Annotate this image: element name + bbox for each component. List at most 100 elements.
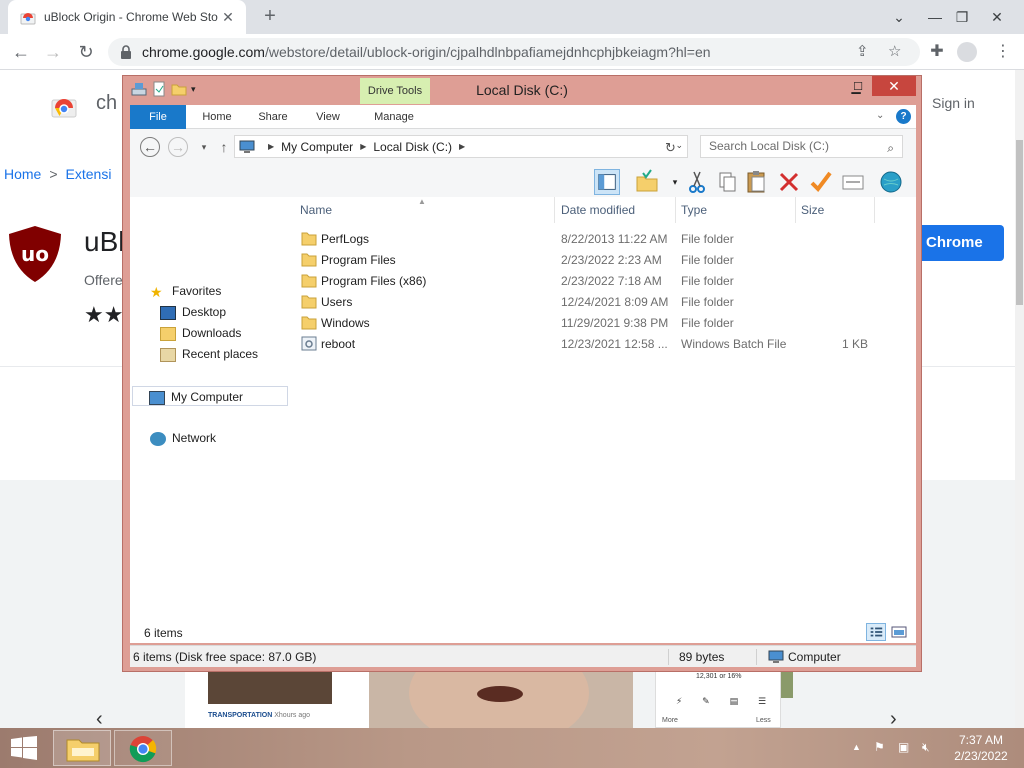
- windows-start-icon[interactable]: [10, 736, 38, 760]
- close-browser-button[interactable]: ✕: [980, 0, 1014, 34]
- taskbar: ▲ ⚑ ▣ 🔇︎ 7:37 AM 2/23/2022: [0, 728, 1024, 768]
- gallery-thumbnail[interactable]: TRANSPORTATION Xhours ago: [185, 668, 369, 728]
- favorites-star-icon: ★: [150, 283, 163, 300]
- extensions-puzzle-icon[interactable]: ✚: [924, 39, 950, 65]
- column-header-date[interactable]: Date modified: [561, 203, 635, 217]
- tab-home[interactable]: Home: [196, 105, 238, 129]
- breadcrumb-chevron-icon[interactable]: ▶: [268, 142, 274, 151]
- back-arrow-icon[interactable]: ←: [140, 137, 160, 157]
- status-bar: 6 items (Disk free space: 87.0 GB) 89 by…: [130, 645, 916, 667]
- browser-tab[interactable]: uBlock Origin - Chrome Web Sto ✕: [8, 0, 246, 34]
- item-count-bar: 6 items: [130, 623, 916, 643]
- cut-scissors-icon[interactable]: [684, 169, 710, 195]
- profile-avatar[interactable]: [957, 42, 977, 62]
- bookmark-star-icon[interactable]: ☆: [888, 42, 901, 60]
- breadcrumb-extensions[interactable]: Extensi: [66, 166, 112, 182]
- copy-icon[interactable]: [714, 169, 740, 195]
- forward-arrow-icon[interactable]: →: [168, 137, 188, 157]
- address-local-disk[interactable]: Local Disk (C:): [373, 140, 452, 154]
- close-window-button[interactable]: ✕: [872, 76, 916, 96]
- status-selection-size: 89 bytes: [679, 650, 725, 664]
- tab-search-icon[interactable]: ⌄: [882, 0, 916, 34]
- search-box[interactable]: Search Local Disk (C:) ⌕: [700, 135, 903, 158]
- forward-button[interactable]: →: [40, 39, 66, 65]
- column-divider[interactable]: [795, 197, 796, 223]
- desktop-icon: [160, 305, 176, 320]
- column-divider[interactable]: [874, 197, 875, 223]
- chrome-taskbar-button[interactable]: [114, 730, 172, 766]
- close-tab-icon[interactable]: ✕: [220, 9, 236, 25]
- file-row[interactable]: Windows 11/29/2021 9:38 PM File folder: [296, 313, 896, 334]
- new-tab-button[interactable]: +: [258, 5, 282, 29]
- taskbar-clock[interactable]: 7:37 AM 2/23/2022: [948, 732, 1014, 764]
- file-date: 2/23/2022 2:23 AM: [561, 253, 662, 267]
- recent-locations-icon[interactable]: ▾: [194, 137, 214, 157]
- nav-favorites[interactable]: ★ Favorites: [150, 281, 221, 301]
- preview-pane-icon[interactable]: [594, 169, 620, 195]
- column-header-size[interactable]: Size: [801, 203, 824, 217]
- gallery-thumbnail-popup[interactable]: 12,301 or 16% ⚡ ✎ ▤ ☰ More Less: [655, 668, 781, 728]
- column-header-name[interactable]: Name: [300, 203, 332, 217]
- tab-view[interactable]: View: [308, 105, 348, 129]
- file-type: File folder: [681, 232, 734, 246]
- reload-button[interactable]: ↻: [73, 39, 99, 65]
- menu-kebab-icon[interactable]: ⋮: [990, 39, 1016, 65]
- tab-manage[interactable]: Manage: [362, 105, 426, 129]
- refresh-icon[interactable]: ↻: [665, 140, 676, 156]
- folder-options-icon[interactable]: [634, 169, 660, 195]
- properties-panel-icon[interactable]: [840, 169, 866, 195]
- expand-ribbon-icon[interactable]: ⌄: [876, 110, 884, 121]
- nav-network[interactable]: Network: [150, 428, 216, 448]
- address-dropdown-icon[interactable]: ⌄: [675, 140, 683, 151]
- show-hidden-icons-icon[interactable]: ▲: [852, 742, 861, 752]
- breadcrumb-chevron-icon[interactable]: ▶: [459, 142, 465, 151]
- extension-title: uBl: [84, 226, 125, 257]
- tab-share[interactable]: Share: [252, 105, 294, 129]
- gallery-video-frame[interactable]: [369, 638, 633, 748]
- tab-file[interactable]: File: [130, 105, 186, 129]
- help-icon[interactable]: ?: [896, 109, 911, 124]
- chrome-web-store-icon: [20, 13, 36, 25]
- file-row[interactable]: PerfLogs 8/22/2013 11:22 AM File folder: [296, 229, 896, 250]
- popup-count: 12,301 or 16%: [696, 673, 742, 680]
- nav-recent-places[interactable]: Recent places: [160, 344, 258, 364]
- sign-in-link[interactable]: Sign in: [932, 95, 975, 111]
- file-explorer-taskbar-button[interactable]: [53, 730, 111, 766]
- details-view-icon[interactable]: [866, 623, 886, 641]
- nav-desktop[interactable]: Desktop: [160, 302, 226, 322]
- video-mouth: [477, 686, 523, 702]
- volume-muted-icon[interactable]: 🔇︎: [922, 740, 930, 755]
- rename-check-icon[interactable]: [808, 169, 834, 195]
- breadcrumb-home[interactable]: Home: [4, 166, 41, 182]
- nav-my-computer[interactable]: My Computer: [132, 386, 288, 406]
- ribbon-tabs: File Home Share View Manage ⌄ ?: [130, 105, 916, 129]
- column-divider[interactable]: [675, 197, 676, 223]
- column-header-type[interactable]: Type: [681, 203, 707, 217]
- paste-clipboard-icon[interactable]: [744, 169, 770, 195]
- file-type: Windows Batch File: [681, 337, 787, 351]
- address-bar[interactable]: chrome.google.com/webstore/detail/ublock…: [108, 38, 920, 66]
- file-name: reboot: [321, 337, 356, 351]
- action-center-flag-icon[interactable]: ⚑: [874, 740, 885, 754]
- globe-network-icon[interactable]: [878, 169, 904, 195]
- maximize-window-button[interactable]: ☐: [845, 78, 871, 96]
- large-icons-view-icon[interactable]: [890, 624, 908, 640]
- breadcrumb-chevron-icon[interactable]: ▶: [360, 142, 366, 151]
- address-breadcrumb[interactable]: ▶ My Computer ▶ Local Disk (C:) ▶ ⌄: [234, 135, 688, 158]
- page-scrollbar-thumb[interactable]: [1016, 140, 1023, 305]
- file-row[interactable]: Program Files 2/23/2022 2:23 AM File fol…: [296, 250, 896, 271]
- nav-downloads[interactable]: Downloads: [160, 323, 241, 343]
- network-status-icon[interactable]: ▣: [898, 740, 909, 754]
- restore-browser-button[interactable]: ❐: [945, 0, 979, 34]
- back-button[interactable]: ←: [8, 39, 34, 65]
- sliders-icon: ☰: [757, 696, 767, 706]
- status-disk-space: 6 items (Disk free space: 87.0 GB): [133, 650, 317, 664]
- up-arrow-icon[interactable]: ↑: [214, 137, 234, 157]
- delete-x-icon[interactable]: [776, 169, 802, 195]
- file-row[interactable]: Users 12/24/2021 8:09 AM File folder: [296, 292, 896, 313]
- file-row[interactable]: reboot 12/23/2021 12:58 ... Windows Batc…: [296, 334, 896, 355]
- share-icon[interactable]: ⇪: [856, 42, 869, 60]
- file-row[interactable]: Program Files (x86) 2/23/2022 7:18 AM Fi…: [296, 271, 896, 292]
- column-divider[interactable]: [554, 197, 555, 223]
- address-my-computer[interactable]: My Computer: [281, 140, 353, 154]
